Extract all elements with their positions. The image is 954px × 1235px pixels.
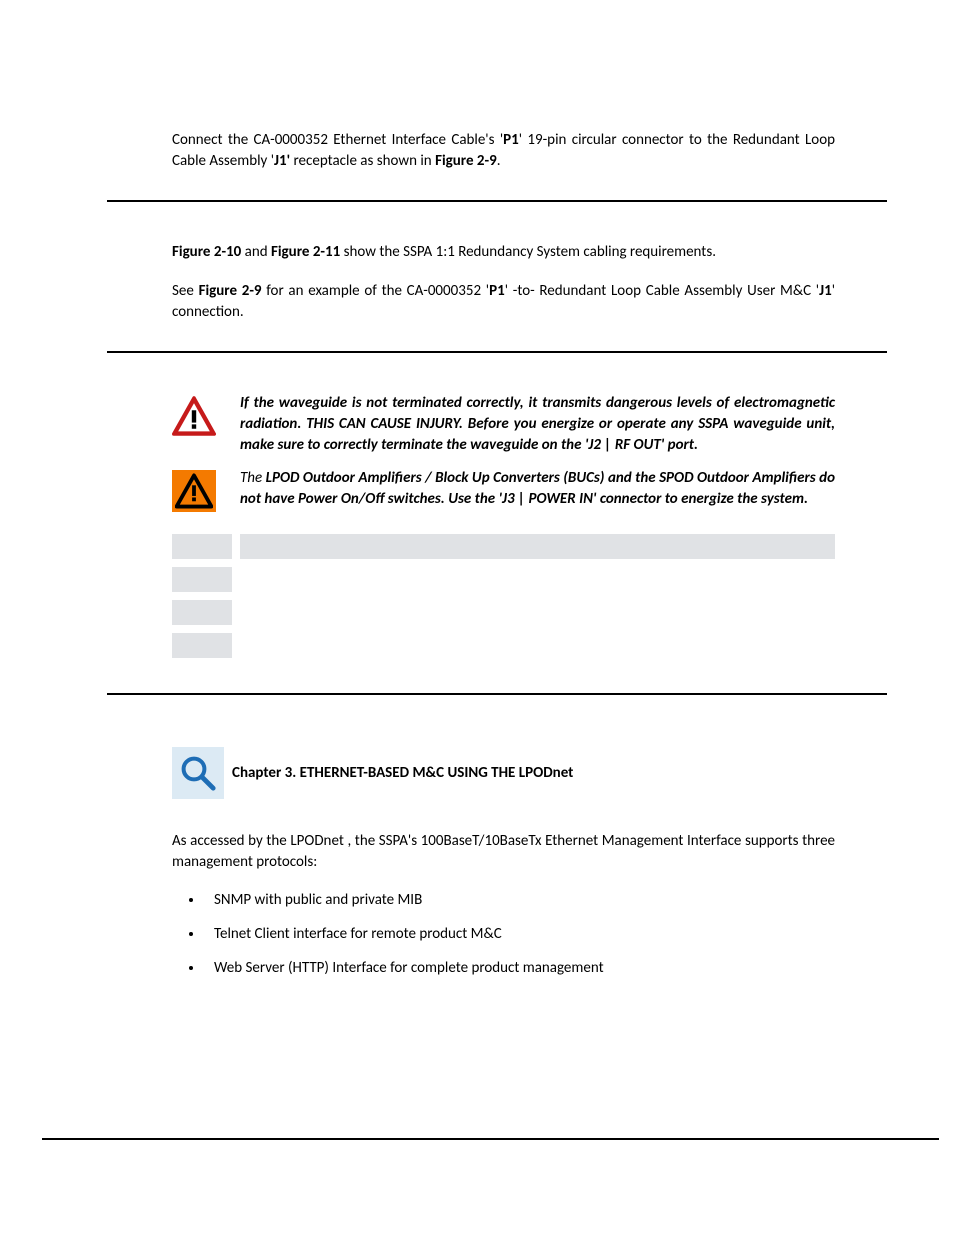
paragraph-protocols: As accessed by the LPODnet , the SSPA's … (172, 831, 835, 873)
page-content: Connect the CA-0000352 Ethernet Interfac… (0, 0, 954, 1235)
protocol-list: SNMP with public and private MIB Telnet … (204, 891, 835, 977)
list-item: Web Server (HTTP) Interface for complete… (204, 959, 835, 977)
divider (42, 1138, 939, 1140)
divider (107, 200, 887, 202)
caution-text: The LPOD Outdoor Amplifiers / Block Up C… (240, 468, 835, 510)
chapter-title: Chapter 3. ETHERNET-BASED M&C USING THE … (232, 764, 573, 782)
grey-box (172, 600, 232, 625)
grey-box (172, 534, 232, 559)
danger-text: If the waveguide is not terminated corre… (240, 393, 835, 456)
divider (107, 693, 887, 695)
placeholder-grid (172, 534, 835, 658)
paragraph-connect: Connect the CA-0000352 Ethernet Interfac… (172, 130, 835, 172)
grey-box (172, 567, 232, 592)
paragraph-figures: Figure 2-10 and Figure 2-11 show the SSP… (172, 242, 835, 263)
paragraph-see-fig: See Figure 2-9 for an example of the CA-… (172, 281, 835, 323)
danger-icon (172, 395, 216, 437)
caution-icon (172, 470, 216, 512)
grey-box (240, 534, 835, 559)
list-item: SNMP with public and private MIB (204, 891, 835, 909)
chapter-heading-row: Chapter 3. ETHERNET-BASED M&C USING THE … (172, 747, 835, 799)
caution-callout: The LPOD Outdoor Amplifiers / Block Up C… (172, 468, 835, 512)
list-item: Telnet Client interface for remote produ… (204, 925, 835, 943)
danger-callout: If the waveguide is not terminated corre… (172, 393, 835, 456)
divider (107, 351, 887, 353)
grey-box (172, 633, 232, 658)
magnify-icon (172, 747, 224, 799)
